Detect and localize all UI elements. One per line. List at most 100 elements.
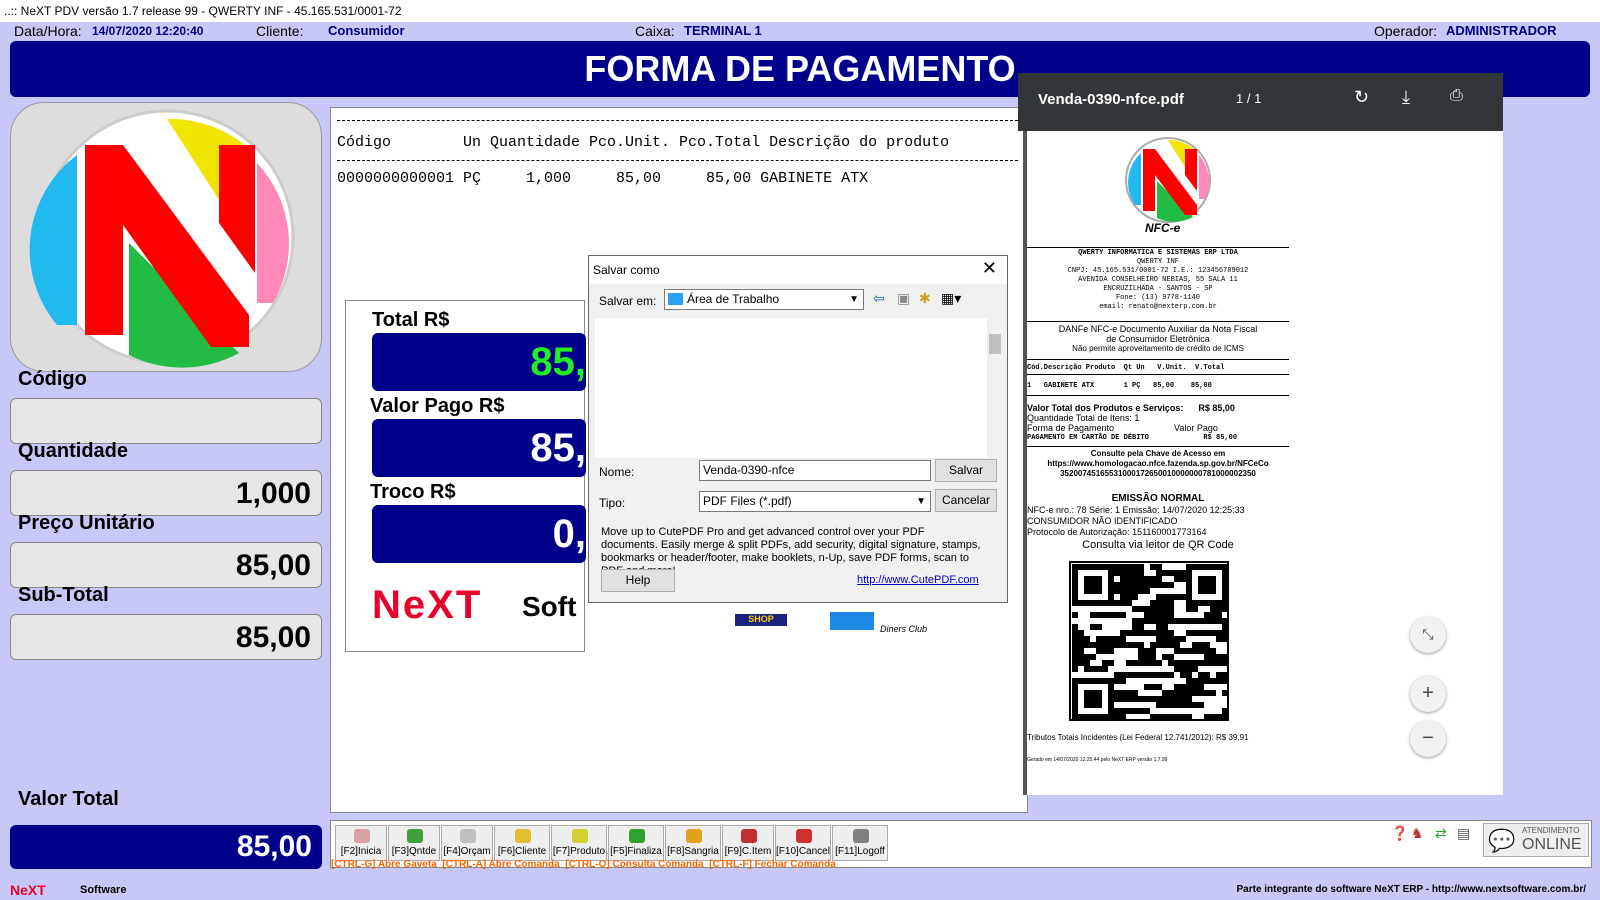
close-icon[interactable]: ✕ — [982, 258, 997, 279]
scrollbar[interactable] — [987, 318, 1003, 458]
toolbar-button[interactable]: [F8]Sangria — [665, 825, 721, 861]
toolbar-button[interactable]: [F5]Finaliza — [608, 825, 664, 861]
toolbar-button-icon — [629, 829, 645, 843]
pdf-item: 1 GABINETE ATX 1 PÇ 85,00 85,00 — [1027, 382, 1212, 390]
company-block: QWERTY INFORMATICA E SISTEMAS ERP LTDA Q… — [1067, 249, 1249, 311]
pdf-forma: Forma de Pagamento Valor Pago — [1027, 423, 1218, 433]
pdf-consumidor: CONSUMIDOR NÃO IDENTIFICADO — [1027, 516, 1178, 526]
totals-panel: Total R$ 85, Valor Pago R$ 85, Troco R$ … — [345, 300, 586, 652]
footer: NeXT Software Parte integrante do softwa… — [0, 880, 1600, 900]
toolbar-button-icon — [354, 829, 370, 843]
toolbar-button[interactable]: [F7]Produto — [551, 825, 607, 861]
receipt-divider — [337, 120, 1023, 121]
pdf-filename: Venda-0390-nfce.pdf — [1038, 91, 1184, 108]
datetime-label: Data/Hora: — [14, 23, 82, 39]
name-input[interactable]: Venda-0390-nfce — [699, 460, 931, 481]
download-icon[interactable]: ⤓ — [1402, 87, 1410, 108]
sync-icon[interactable]: ⇄ — [1435, 825, 1447, 842]
pdf-pages: 1 / 1 — [1236, 91, 1262, 106]
toolbar-button-icon — [407, 829, 423, 843]
print-icon[interactable]: ⎙ — [1450, 87, 1463, 105]
operator-label: Operador: — [1374, 23, 1438, 39]
save-in-select[interactable]: Área de Trabalho ▼ — [664, 289, 864, 310]
quantidade-label: Quantidade — [18, 440, 129, 462]
save-dialog: Salvar como ✕ Salvar em: Área de Trabalh… — [588, 255, 1008, 603]
nfce-logo — [1125, 137, 1211, 223]
toolbar-button[interactable]: [F10]Cancel — [775, 825, 831, 861]
zoom-in-icon[interactable]: + — [1410, 676, 1446, 712]
box-label: Caixa: — [635, 23, 675, 39]
shortcuts-text: [CTRL-G] Abre Gaveta [CTRL-A] Abre Coman… — [331, 859, 836, 870]
fit-page-icon[interactable]: ⤡ — [1410, 617, 1446, 653]
toolbar-button-icon — [460, 829, 476, 843]
back-icon[interactable]: ⇦ — [873, 290, 885, 307]
receipt-divider — [337, 160, 1023, 161]
client-value: Consumidor — [328, 23, 405, 38]
help-icon[interactable]: ❓ — [1391, 825, 1408, 842]
view-menu-icon[interactable]: ▦▾ — [941, 290, 961, 307]
monitor-icon[interactable]: ▤ — [1457, 825, 1470, 842]
cancel-button[interactable]: Cancelar — [935, 489, 997, 512]
danfe-block: DANFe NFC-e Documento Auxiliar da Nota F… — [1058, 324, 1258, 353]
up-folder-icon[interactable]: ▣ — [897, 290, 910, 307]
codigo-field[interactable] — [10, 398, 322, 444]
toolbar-button-icon — [853, 829, 869, 843]
subtotal-field[interactable]: 85,00 — [10, 614, 322, 660]
subtotal-label: Sub-Total — [18, 584, 109, 606]
info-bar: Data/Hora: 14/07/2020 12:20:40 Cliente: … — [0, 22, 1600, 40]
pdf-emissao: EMISSÃO NORMAL — [1111, 493, 1205, 504]
preco-field[interactable]: 85,00 — [10, 542, 322, 588]
card-logo-diners: Diners Club — [880, 624, 928, 634]
toolbar-button[interactable]: [F6]Cliente — [494, 825, 550, 861]
chevron-down-icon: ▼ — [916, 496, 926, 507]
help-button[interactable]: Help — [601, 569, 675, 592]
toolbar-button[interactable]: [F3]Qntde — [388, 825, 440, 861]
pdf-nfce-no: NFC-e nro.: 78 Série: 1 Emissão: 14/07/2… — [1027, 505, 1245, 515]
toolbar-button-icon — [686, 829, 702, 843]
pago-label: Valor Pago R$ — [370, 395, 505, 417]
people-icon[interactable]: ♞ — [1411, 825, 1424, 842]
pdf-tributos: Tributos Totais Incidentes (Lei Federal … — [1027, 733, 1249, 742]
toolbar-button[interactable]: [F4]Orçam — [441, 825, 493, 861]
pdf-toolbar: Venda-0390-nfce.pdf 1 / 1 ↻ ⤓ ⎙ — [1018, 73, 1503, 131]
desktop-icon — [668, 293, 683, 305]
type-select[interactable]: PDF Files (*.pdf) ▼ — [699, 491, 931, 512]
pago-value: 85, — [372, 419, 586, 477]
cutepdf-link[interactable]: http://www.CutePDF.com — [857, 574, 979, 586]
chevron-down-icon: ▼ — [849, 294, 859, 305]
new-folder-icon[interactable]: ✱ — [919, 290, 931, 307]
save-button[interactable]: Salvar — [935, 459, 997, 482]
footer-link: Parte integrante do software NeXT ERP - … — [1236, 884, 1586, 895]
operator-value: ADMINISTRADOR — [1446, 23, 1557, 38]
footer-brand-next: NeXT — [10, 882, 46, 898]
toolbar-button-icon — [796, 829, 812, 843]
valortotal-value: 85,00 — [10, 825, 322, 869]
file-list[interactable] — [595, 318, 1003, 458]
name-label: Nome: — [599, 465, 635, 479]
pdf-columns: Cód.Descrição Produto Qt Un V.Unit. V.To… — [1027, 364, 1225, 372]
rotate-icon[interactable]: ↻ — [1354, 87, 1369, 108]
online-support-button[interactable]: 💬 ATENDIMENTO ONLINE — [1483, 823, 1589, 857]
pdf-protocolo: Protocolo de Autorização: 15116000177316… — [1027, 527, 1207, 537]
pdf-viewer: Venda-0390-nfce.pdf 1 / 1 ↻ ⤓ ⎙ NFC-e QW… — [1018, 73, 1503, 795]
zoom-out-icon[interactable]: − — [1410, 721, 1446, 757]
pdf-vtotal: Valor Total dos Produtos e Serviços: R$ … — [1027, 403, 1235, 413]
toolbar-button-icon — [741, 829, 757, 843]
brand-next: NeXT — [372, 583, 483, 627]
chat-icon: 💬 — [1488, 828, 1516, 853]
valortotal-label: Valor Total — [18, 788, 119, 810]
preco-label: Preço Unitário — [18, 512, 155, 534]
toolbar-button[interactable]: [F2]Inicia — [335, 825, 387, 861]
type-label: Tipo: — [599, 496, 626, 510]
client-label: Cliente: — [256, 23, 304, 39]
quantidade-field[interactable]: 1,000 — [10, 470, 322, 516]
datetime-value: 14/07/2020 12:20:40 — [92, 24, 204, 38]
footer-brand-soft: Software — [80, 884, 127, 896]
consulte-block: Consulte pela Chave de Acesso em https:/… — [1047, 449, 1269, 478]
toolbar-button[interactable]: [F9]C.Item — [722, 825, 774, 861]
pdf-gerado: Gerado em 14/07/2020 12:25:44 pelo NeXT … — [1027, 757, 1168, 763]
toolbar-button-icon — [572, 829, 588, 843]
box-value: TERMINAL 1 — [684, 23, 762, 38]
toolbar-button[interactable]: [F11]Logoff — [832, 825, 888, 861]
next-logo — [29, 109, 295, 368]
